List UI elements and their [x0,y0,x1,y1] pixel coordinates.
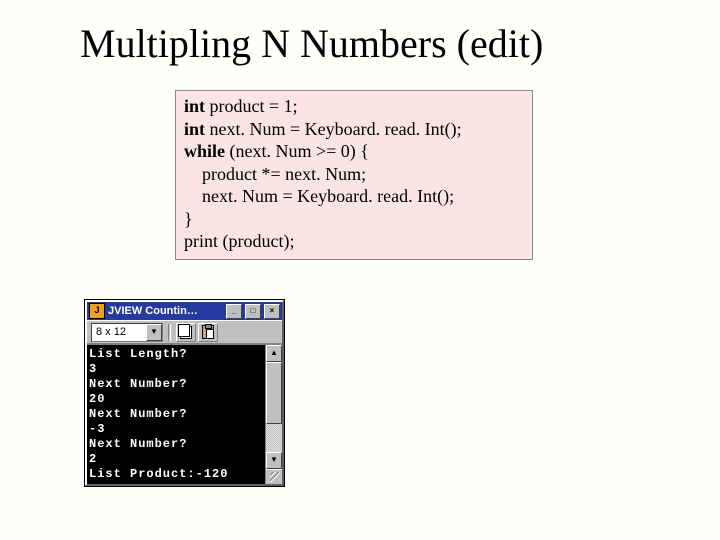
code-line-7: print (product); [184,230,524,253]
code-line-4: product *= next. Num; [184,163,524,186]
window-titlebar[interactable]: J JVIEW Countin… _ □ × [87,302,282,320]
window-toolbar: 8 x 12 ▼ [87,320,282,344]
scroll-track[interactable] [266,362,282,452]
scroll-down-button[interactable]: ▼ [266,452,282,469]
console-line: -3 [89,422,105,436]
scroll-up-button[interactable]: ▲ [266,345,282,362]
keyword-int: int [184,96,205,116]
console-line: 3 [89,362,97,376]
code-line-3: while (next. Num >= 0) { [184,140,524,163]
chevron-down-icon[interactable]: ▼ [146,324,162,341]
code-line-1: int product = 1; [184,95,524,118]
console-output[interactable]: List Length? 3 Next Number? 20 Next Numb… [87,345,265,484]
resize-grip[interactable] [266,469,282,484]
console-line: List Length? [89,347,187,361]
keyword-int: int [184,119,205,139]
console-line: 20 [89,392,105,406]
app-icon: J [89,303,105,319]
code-line-5: next. Num = Keyboard. read. Int(); [184,185,524,208]
console-line: List Product:-120 [89,467,228,481]
close-button[interactable]: × [264,304,280,319]
window-title: JVIEW Countin… [108,305,223,317]
maximize-button[interactable]: □ [245,304,261,319]
paste-button[interactable] [198,323,218,342]
console-window: J JVIEW Countin… _ □ × 8 x 12 ▼ List Len… [85,300,284,486]
minimize-button[interactable]: _ [226,304,242,319]
console-line: 2 [89,452,97,466]
toolbar-divider [168,324,171,341]
font-size-value: 8 x 12 [92,326,146,338]
slide-title: Multipling N Numbers (edit) [80,20,543,67]
copy-button[interactable] [176,323,196,342]
paste-icon [202,325,214,339]
font-size-select[interactable]: 8 x 12 ▼ [91,323,163,342]
console-line: Next Number? [89,407,187,421]
keyword-while: while [184,141,225,161]
console-line: Next Number? [89,377,187,391]
copy-icon [180,326,192,339]
console-line: Next Number? [89,437,187,451]
code-line-6: } [184,208,524,231]
vertical-scrollbar[interactable]: ▲ ▼ [265,345,282,484]
scroll-thumb[interactable] [266,362,282,424]
code-line-2: int next. Num = Keyboard. read. Int(); [184,118,524,141]
code-snippet-box: int product = 1; int next. Num = Keyboar… [175,90,533,260]
